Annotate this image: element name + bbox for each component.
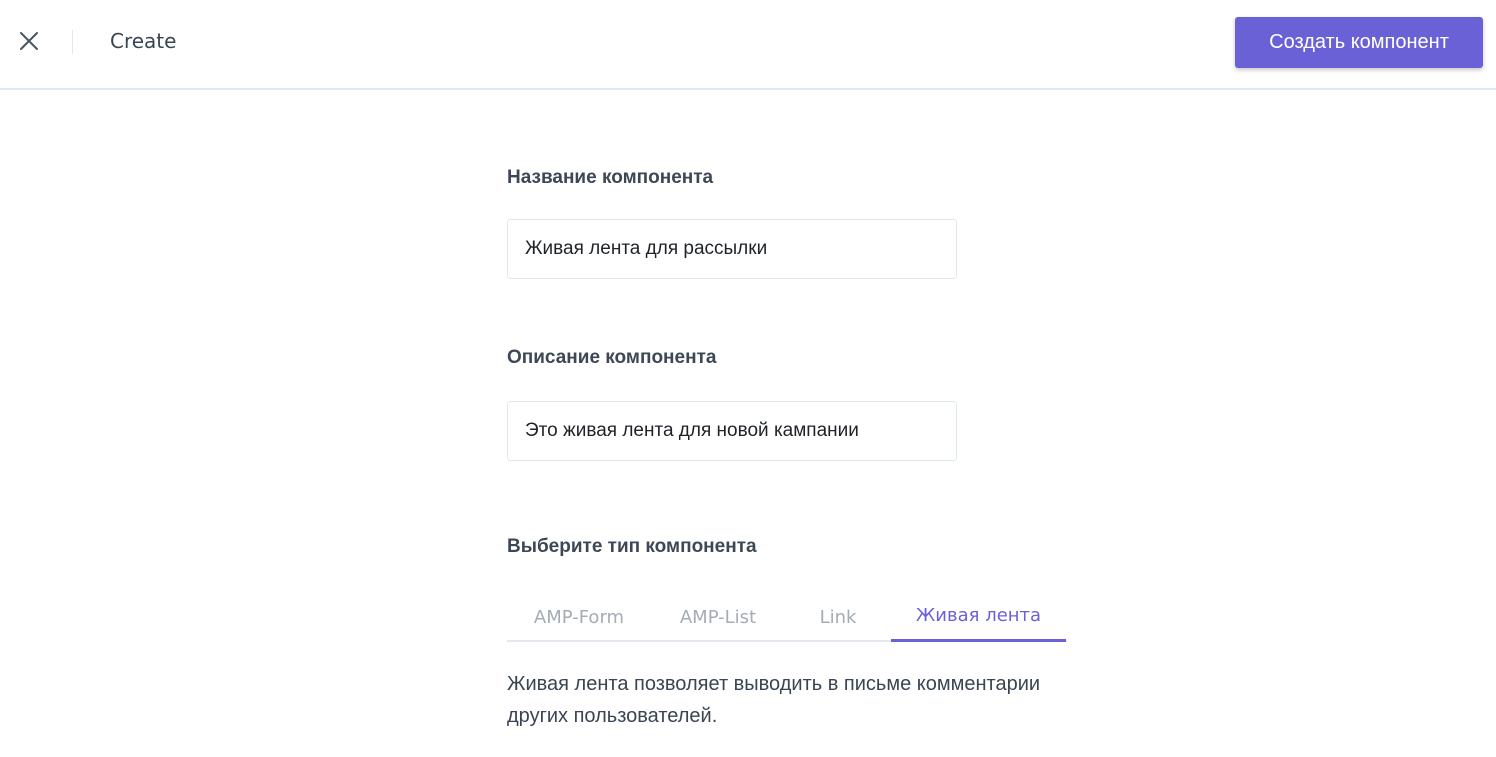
component-type-description: Живая лента позволяет выводить в письме … bbox=[507, 673, 1041, 727]
component-type-label: Выберите тип компонента bbox=[507, 536, 757, 557]
component-description-label: Описание компонента bbox=[507, 347, 717, 368]
tab-amp-form[interactable]: AMP-Form bbox=[507, 592, 651, 642]
create-component-button[interactable]: Создать компонент bbox=[1235, 17, 1483, 68]
component-name-input[interactable] bbox=[507, 219, 957, 279]
page-title: Create bbox=[110, 29, 177, 53]
header-divider bbox=[72, 30, 73, 54]
tab-amp-list[interactable]: AMP-List bbox=[651, 592, 785, 642]
component-name-label: Название компонента bbox=[507, 167, 714, 188]
tab-live-feed[interactable]: Живая лента bbox=[891, 592, 1066, 642]
component-type-tabs: AMP-Form AMP-List Link Живая лента bbox=[507, 592, 1067, 642]
tab-link[interactable]: Link bbox=[785, 592, 891, 642]
component-description-input[interactable] bbox=[507, 401, 957, 461]
close-button[interactable] bbox=[14, 26, 44, 56]
top-bar: Create Создать компонент bbox=[0, 0, 1496, 90]
close-icon bbox=[20, 32, 38, 50]
